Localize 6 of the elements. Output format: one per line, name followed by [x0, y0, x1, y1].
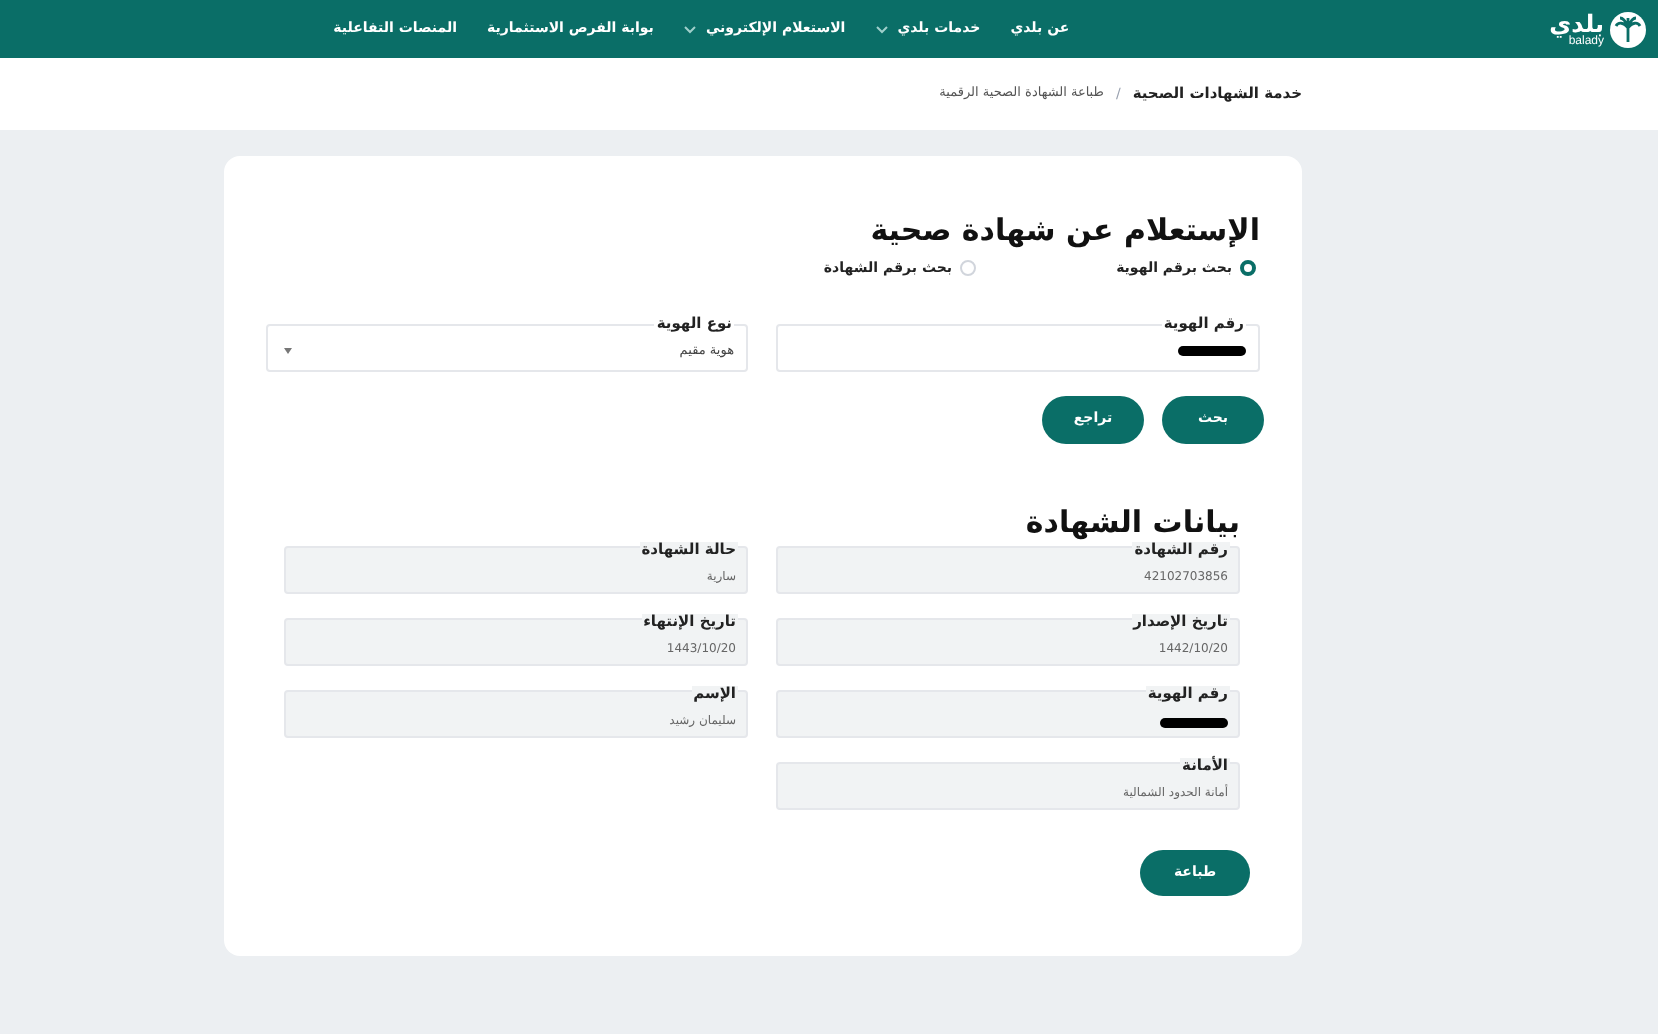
palm-logo-icon[interactable] [1610, 11, 1646, 47]
page-title: الإستعلام عن شهادة صحية [868, 216, 1260, 246]
section-title: بيانات الشهادة [1023, 507, 1240, 537]
logo-text: بلدي [1549, 11, 1604, 35]
dropdown-arrow-icon [284, 348, 292, 354]
radio-button[interactable] [1240, 260, 1256, 277]
